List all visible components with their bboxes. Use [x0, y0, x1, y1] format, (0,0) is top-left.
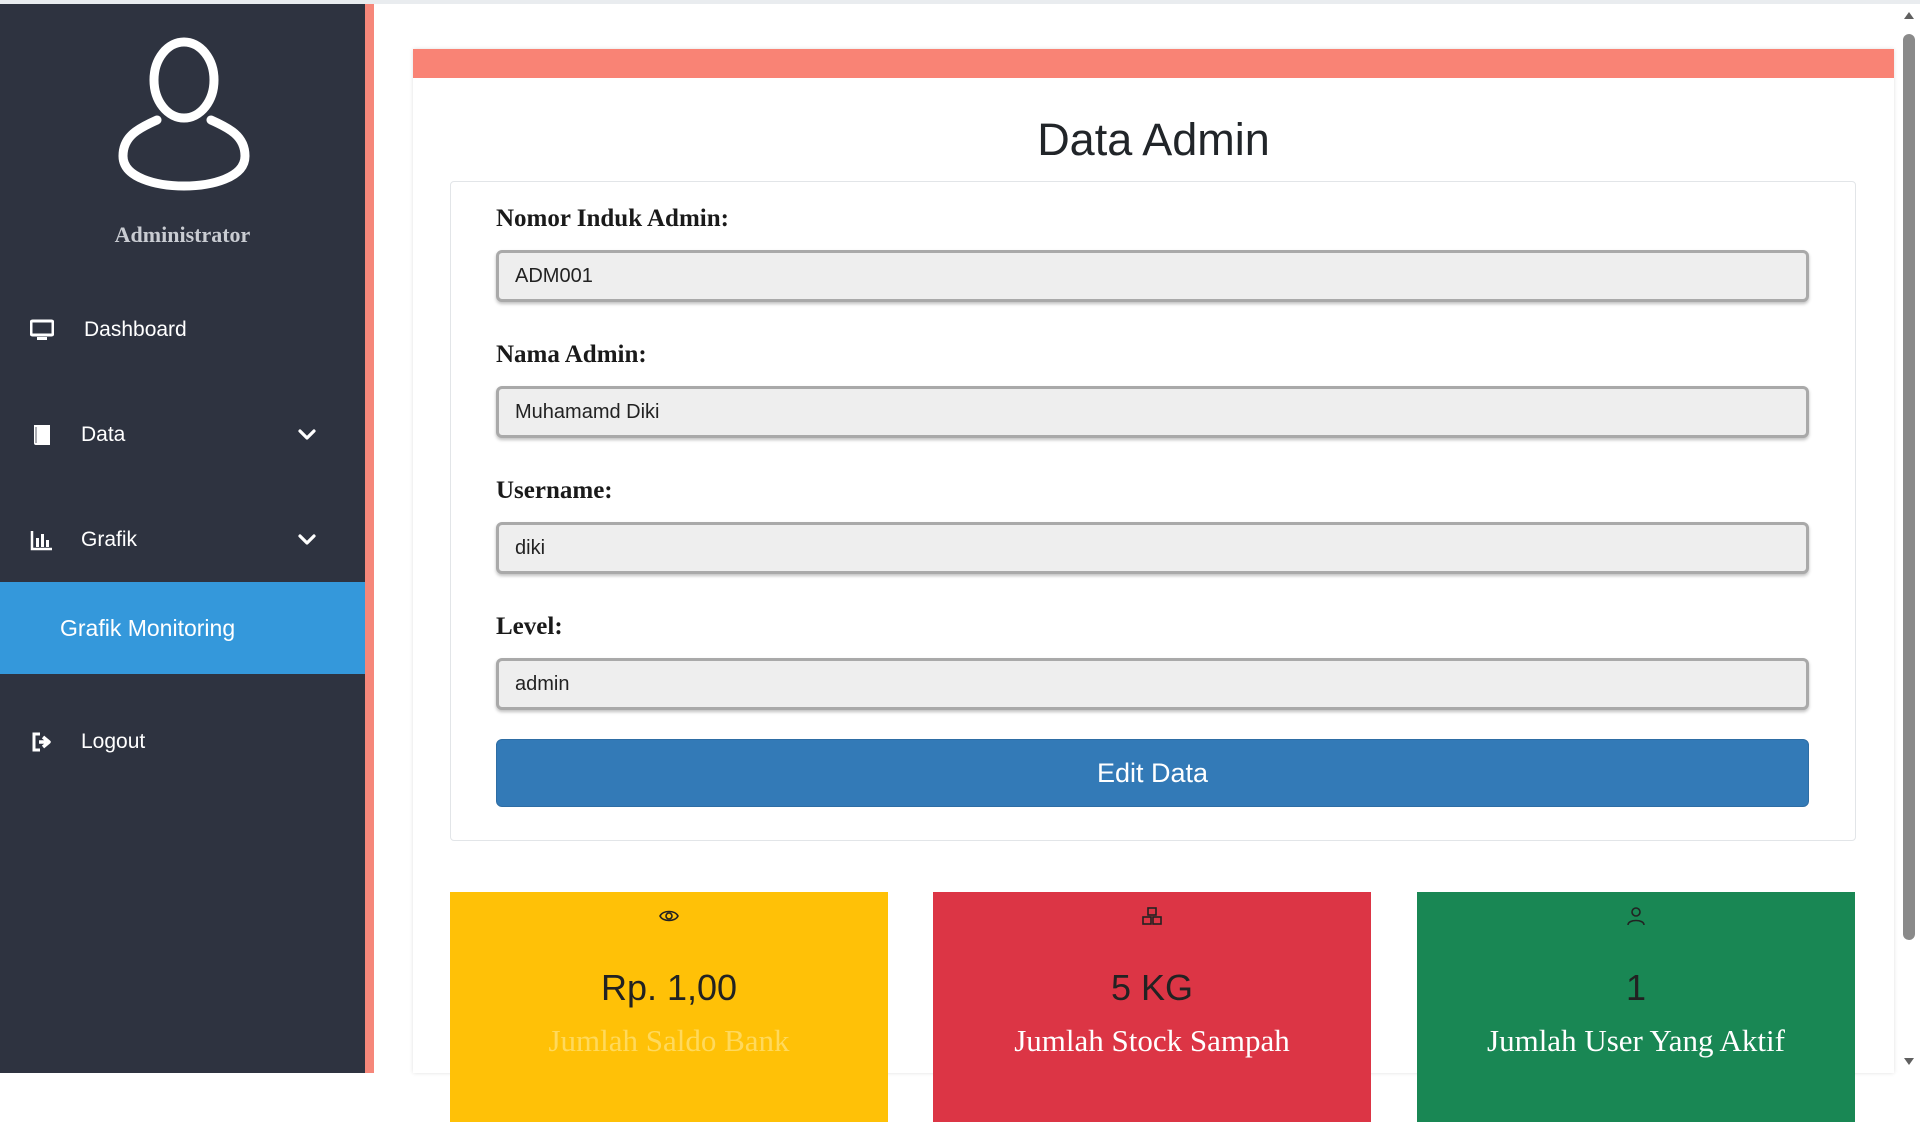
user-avatar-icon: [118, 37, 250, 191]
chevron-down-icon: [298, 429, 316, 440]
stat-label: Jumlah Stock Sampah: [1014, 1023, 1290, 1058]
page-title: Data Admin: [1037, 114, 1270, 165]
sidebar-item-logout[interactable]: Logout: [0, 712, 365, 772]
stat-value: Rp. 1,00: [600, 967, 738, 1008]
stat-label: Jumlah Saldo Bank: [548, 1023, 790, 1058]
edit-data-button[interactable]: Edit Data: [496, 739, 1809, 807]
bar-chart-icon: [30, 531, 52, 551]
stat-card-stock: 5 KG Jumlah Stock Sampah: [933, 892, 1371, 1122]
nomor-induk-label: Nomor Induk Admin:: [496, 205, 729, 232]
sidebar-item-grafik[interactable]: Grafik: [0, 510, 365, 570]
card-header-bar: [413, 49, 1894, 78]
boxes-icon: [1142, 907, 1162, 925]
username-label: Username:: [496, 477, 613, 504]
sidebar-item-label: Data: [81, 423, 126, 446]
sidebar-item-label: Dashboard: [84, 318, 187, 341]
scroll-down-arrow-icon[interactable]: [1903, 1057, 1915, 1067]
nama-admin-input[interactable]: [496, 386, 1809, 438]
logout-icon: [32, 732, 51, 752]
person-icon: [1627, 907, 1645, 926]
eye-icon: [659, 910, 679, 922]
sidebar-item-grafik-monitoring[interactable]: Grafik Monitoring: [0, 582, 365, 674]
desktop-icon: [30, 319, 54, 340]
sidebar-item-label: Logout: [81, 730, 146, 753]
scrollbar-thumb[interactable]: [1903, 34, 1915, 940]
username-input[interactable]: [496, 522, 1809, 574]
chevron-down-icon: [298, 534, 316, 545]
stat-value: 5 KG: [1110, 967, 1194, 1008]
admin-name: Administrator: [114, 222, 251, 247]
sidebar-item-label: Grafik Monitoring: [60, 614, 236, 641]
level-input[interactable]: [496, 658, 1809, 710]
sidebar-item-dashboard[interactable]: Dashboard: [0, 300, 365, 360]
sidebar-item-data[interactable]: Data: [0, 405, 365, 465]
scroll-up-arrow-icon[interactable]: [1903, 10, 1915, 20]
nama-admin-label: Nama Admin:: [496, 341, 647, 368]
stat-card-user: 1 Jumlah User Yang Aktif: [1417, 892, 1855, 1122]
main-card: Data Admin Nomor Induk Admin: Nama Admin…: [413, 49, 1894, 1122]
admin-form: Nomor Induk Admin: Nama Admin: Username:…: [450, 181, 1856, 841]
stat-value: 1: [1625, 967, 1647, 1008]
stat-card-saldo: Rp. 1,00 Jumlah Saldo Bank: [450, 892, 888, 1122]
sidebar-accent-bar: [365, 4, 374, 1073]
level-label: Level:: [496, 613, 563, 640]
sidebar: Administrator Dashboard Data Grafik Graf…: [0, 4, 365, 1073]
vertical-scrollbar[interactable]: [1898, 4, 1920, 1073]
nomor-induk-input[interactable]: [496, 250, 1809, 302]
sidebar-item-label: Grafik: [81, 528, 138, 551]
stat-label: Jumlah User Yang Aktif: [1487, 1023, 1785, 1058]
book-icon: [34, 425, 50, 445]
